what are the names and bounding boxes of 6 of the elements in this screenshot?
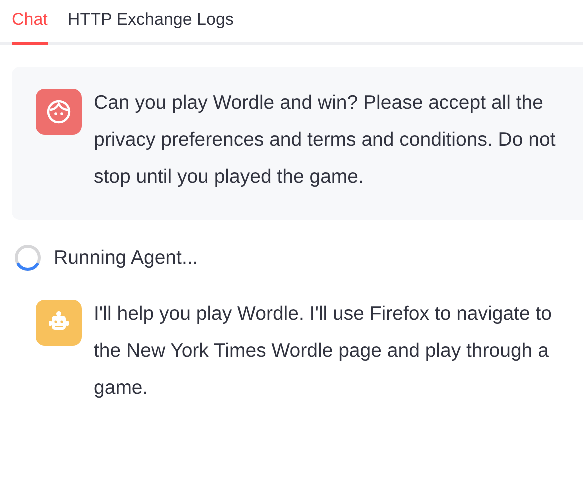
tab[interactable]: HTTP Exchange Logs	[68, 6, 234, 45]
message-text: Can you play Wordle and win? Please accept all the privacy preferences and terms and conditions. Do not stop until you played the game.	[94, 91, 556, 190]
message-text: I'll help you play Wordle. I'll use Firefox to navigate to the New York Times Wordle page and play through a game.	[94, 302, 553, 401]
status-text: Running Agent...	[54, 246, 198, 270]
face-icon	[46, 99, 72, 125]
spinner-icon	[14, 244, 42, 272]
